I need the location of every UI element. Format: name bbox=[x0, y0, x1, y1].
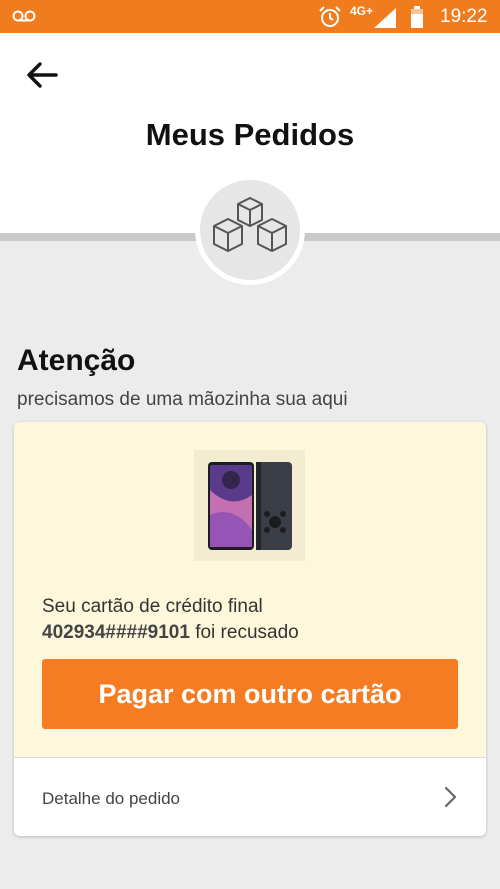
voicemail-icon bbox=[12, 10, 36, 22]
chevron-right-icon bbox=[444, 786, 457, 808]
product-image bbox=[194, 450, 305, 561]
signal-icon bbox=[374, 8, 396, 28]
status-bar: 4G+ 19:22 bbox=[0, 0, 500, 33]
orders-badge bbox=[195, 175, 305, 285]
card-number: 402934####9101 bbox=[42, 622, 190, 643]
order-detail-row[interactable]: Detalhe do pedido bbox=[14, 758, 486, 836]
clock: 19:22 bbox=[440, 6, 488, 27]
attention-title: Atenção bbox=[17, 344, 136, 377]
battery-icon bbox=[411, 6, 423, 28]
payment-alert-section: Seu cartão de crédito final 402934####91… bbox=[14, 422, 486, 757]
card-declined-message: Seu cartão de crédito final 402934####91… bbox=[42, 594, 462, 646]
page-title: Meus Pedidos bbox=[145, 117, 355, 152]
declined-suffix: foi recusado bbox=[189, 622, 299, 643]
declined-message-line1: Seu cartão de crédito final bbox=[42, 596, 263, 617]
smartphone-image bbox=[194, 450, 305, 561]
boxes-icon bbox=[213, 197, 287, 252]
order-card: Seu cartão de crédito final 402934####91… bbox=[14, 422, 486, 836]
network-type: 4G+ bbox=[350, 4, 374, 18]
back-arrow-icon[interactable] bbox=[22, 55, 62, 95]
attention-subtitle: precisamos de uma mãozinha sua aqui bbox=[17, 389, 348, 410]
declined-message-line2: 402934####9101 foi recusado bbox=[42, 620, 462, 646]
order-detail-label: Detalhe do pedido bbox=[42, 789, 181, 808]
pay-with-another-card-button[interactable]: Pagar com outro cartão bbox=[42, 659, 458, 729]
alarm-icon bbox=[319, 6, 341, 27]
